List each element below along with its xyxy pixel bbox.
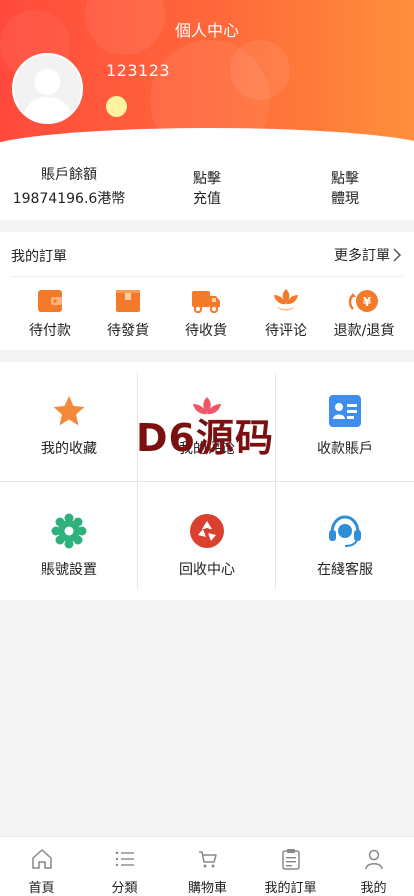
balance-amount: 19874196.6港幣 [12, 191, 126, 207]
tab-my-orders-label: 我的訂單 [264, 881, 317, 896]
svg-text:¥: ¥ [363, 295, 372, 309]
tab-profile-label: 我的 [360, 881, 387, 896]
gear-icon [51, 513, 87, 549]
recharge-button[interactable]: 點擊 充值 [138, 169, 276, 209]
withdraw-button[interactable]: 點擊 體現 [276, 169, 414, 209]
recycle-center-label: 回收中心 [179, 562, 235, 578]
order-pending-shipment-label: 待發貨 [107, 323, 149, 339]
recharge-label-line1: 點擊 [193, 171, 221, 187]
package-icon [116, 290, 140, 312]
tab-categories-label: 分類 [111, 881, 138, 896]
refund-icon: ¥ [348, 290, 378, 312]
withdraw-label-line2: 體現 [331, 191, 359, 207]
avatar[interactable] [12, 53, 83, 124]
services-grid: 我的收藏 我的评论 收款賬戶 賬號設置 回收中心 在綫客服 [0, 362, 414, 600]
order-pending-payment-label: 待付款 [29, 323, 71, 339]
order-pending-payment[interactable]: 待付款 [10, 287, 90, 340]
tab-home[interactable]: 首頁 [0, 837, 83, 896]
page-title: 個人中心 [174, 21, 239, 40]
header-decoration [230, 40, 290, 100]
tab-my-orders[interactable]: 我的訂單 [249, 837, 332, 896]
recharge-label-line2: 充值 [193, 191, 221, 207]
customer-service-label: 在綫客服 [317, 562, 373, 578]
payment-account-button[interactable]: 收款賬戶 [276, 362, 414, 471]
order-pending-review-label: 待评论 [265, 323, 307, 339]
orders-header: 我的訂單 更多訂單 [0, 232, 414, 276]
header-wave [0, 128, 414, 150]
bottom-tab-bar: 首頁 分類 購物車 我的訂單 我的 [0, 836, 414, 896]
home-icon [31, 849, 52, 869]
chevron-right-icon [393, 248, 402, 262]
flower-icon [274, 289, 298, 311]
recycle-center-button[interactable]: 回收中心 [138, 481, 276, 590]
user-avatar-icon [22, 69, 73, 122]
level-badge [106, 96, 127, 117]
tab-profile[interactable]: 我的 [332, 837, 414, 896]
profile-header: 個人中心 123123 [0, 0, 414, 150]
wallet-icon [38, 290, 62, 312]
divider [11, 276, 403, 277]
tab-cart-label: 購物車 [187, 881, 227, 896]
cart-icon [198, 851, 217, 868]
balance-section: 賬戶餘額 19874196.6港幣 點擊 充值 點擊 體現 [0, 150, 414, 220]
tab-home-label: 首頁 [28, 881, 55, 896]
more-orders-link[interactable]: 更多訂單 [334, 245, 402, 265]
customer-service-button[interactable]: 在綫客服 [276, 481, 414, 590]
payment-account-label: 收款賬戶 [317, 441, 373, 457]
order-refund[interactable]: ¥ 退款/退貨 [324, 287, 404, 340]
more-orders-label: 更多訂單 [334, 248, 390, 264]
balance-label: 賬戶餘額 [41, 167, 97, 183]
account-settings-label: 賬號設置 [41, 562, 97, 578]
favorites-button[interactable]: 我的收藏 [0, 362, 138, 471]
order-pending-review[interactable]: 待评论 [246, 287, 326, 340]
order-pending-shipment[interactable]: 待發貨 [88, 287, 168, 340]
order-pending-receipt-label: 待收貨 [185, 323, 227, 339]
withdraw-label-line1: 點擊 [331, 171, 359, 187]
star-icon [53, 396, 85, 426]
tab-cart[interactable]: 購物車 [166, 837, 249, 896]
order-refund-label: 退款/退貨 [333, 323, 395, 339]
id-card-icon [329, 395, 361, 427]
orders-title: 我的訂單 [11, 249, 67, 265]
tab-categories[interactable]: 分類 [83, 837, 166, 896]
order-pending-receipt[interactable]: 待收貨 [166, 287, 246, 340]
list-icon [115, 851, 134, 867]
truck-icon [192, 291, 220, 314]
clipboard-icon [281, 849, 300, 870]
account-settings-button[interactable]: 賬號設置 [0, 481, 138, 590]
watermark: D6源码 [136, 416, 274, 460]
recycle-icon [190, 514, 224, 548]
headset-icon [329, 515, 361, 547]
orders-section: 我的訂單 更多訂單 待付款 待發貨 待收貨 待评论 ¥ 退款/退貨 [0, 232, 414, 350]
username: 123123 [106, 61, 171, 80]
favorites-label: 我的收藏 [41, 441, 97, 457]
account-balance: 賬戶餘額 19874196.6港幣 [0, 165, 138, 209]
user-icon [364, 849, 383, 870]
